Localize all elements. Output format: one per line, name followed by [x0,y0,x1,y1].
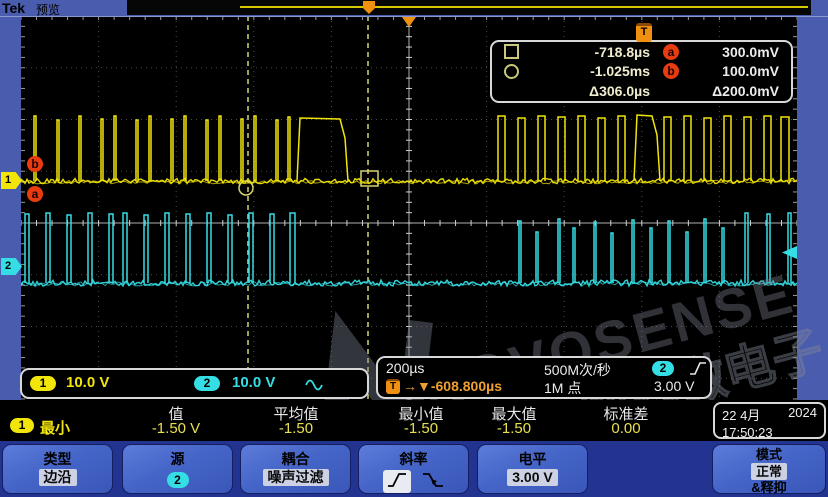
title-bar: Tek 预览 [0,0,828,17]
type-label: 类型 [3,449,112,469]
sample-rate-readout: 500M次/秒 [544,360,611,380]
ac-coupling-sine-icon [304,376,324,394]
trigger-delay-readout: →▼-608.800µs [403,378,502,394]
meas-stddev: 0.00 [570,420,682,437]
year-text: 2024 [788,405,817,424]
circle-cursor-time: -1.025ms [522,63,650,79]
acquisition-readout-box: 200µs 500M次/秒 2 T →▼-608.800µs 1M 点 3.00… [376,356,712,399]
trigger-status-label: 预览 [36,1,60,18]
trigger-t-small-icon: T [386,379,400,394]
trigger-t-icon: T [636,23,652,42]
trigger-source-badge: 2 [652,361,674,376]
mode-value: 正常 [751,463,787,480]
record-waveform-line [240,6,808,8]
timebase-readout: 200µs [386,360,424,376]
cursor-b-marker: b [27,156,43,172]
bottom-menu-bar: 类型 边沿 源 2 耦合 噪声过滤 斜率 电平 3.00 V 模式 正常 &释抑 [0,441,828,497]
channel1-scale: 10.0 V [66,374,109,391]
cursor-a-value: 300.0mV [692,44,791,60]
trigger-level-readout: 3.00 V [654,378,694,394]
cursor-b-badge: b [663,63,679,79]
cursor-b-value: 100.0mV [692,63,791,79]
record-trigger-position-icon [363,1,375,14]
meas-max: -1.50 [458,420,570,437]
menu-button-type[interactable]: 类型 边沿 [2,444,113,494]
menu-button-source[interactable]: 源 2 [122,444,233,494]
time-text: 17:50:23 [715,424,824,441]
channel2-scale: 10.0 V [232,374,275,391]
mode-value2: &释抑 [713,480,825,496]
datetime-box: 22 4月 2024 17:50:23 [713,402,826,439]
slope-label: 斜率 [359,449,468,469]
cursor-delta-time: Δ306.0µs [522,83,650,99]
menu-button-mode[interactable]: 模式 正常 &释抑 [712,444,826,494]
cursor-delta-value: Δ200.0mV [692,83,791,99]
menu-button-level[interactable]: 电平 3.00 V [477,444,588,494]
square-cursor-time: -718.8µs [522,44,650,60]
square-cursor-icon [504,44,519,59]
measurement-row: 1 最小 值 平均值 最小值 最大值 标准差 -1.50 V -1.50 -1.… [0,400,828,441]
source-channel-badge: 2 [167,472,189,488]
menu-button-slope[interactable]: 斜率 [358,444,469,494]
meas-mean: -1.50 [240,420,352,437]
measurement-channel-badge: 1 [10,418,34,433]
cursor-a-marker: a [27,186,43,202]
channel1-badge: 1 [30,376,56,391]
mode-label: 模式 [713,447,825,463]
brand-logo: Tek [2,0,25,16]
trigger-position-marker-icon [402,17,416,27]
rising-slope-icon [383,470,411,493]
coupling-value: 噪声过滤 [263,469,329,486]
menu-button-coupling[interactable]: 耦合 噪声过滤 [240,444,351,494]
coupling-label: 耦合 [241,449,350,469]
left-sidebar [0,16,21,400]
record-view-strip [127,0,811,15]
cursor-a-badge: a [663,44,679,60]
date-text: 22 4月 [722,405,760,424]
falling-slope-icon [421,476,445,492]
source-label: 源 [123,449,232,469]
channel2-badge: 2 [194,376,220,391]
channel-scale-box: 1 10.0 V 2 10.0 V [20,368,369,399]
record-length-readout: 1M 点 [544,378,581,398]
level-value: 3.00 V [507,469,557,486]
trigger-slope-icon [688,360,708,377]
level-label: 电平 [478,449,587,469]
measurement-name: 最小 [40,417,70,438]
circle-cursor-icon [504,64,519,79]
type-value: 边沿 [39,469,77,486]
meas-value: -1.50 V [120,420,232,437]
cursor-readout-box: -718.8µs a 300.0mV -1.025ms b 100.0mV Δ3… [490,40,793,103]
right-sidebar [797,16,828,400]
